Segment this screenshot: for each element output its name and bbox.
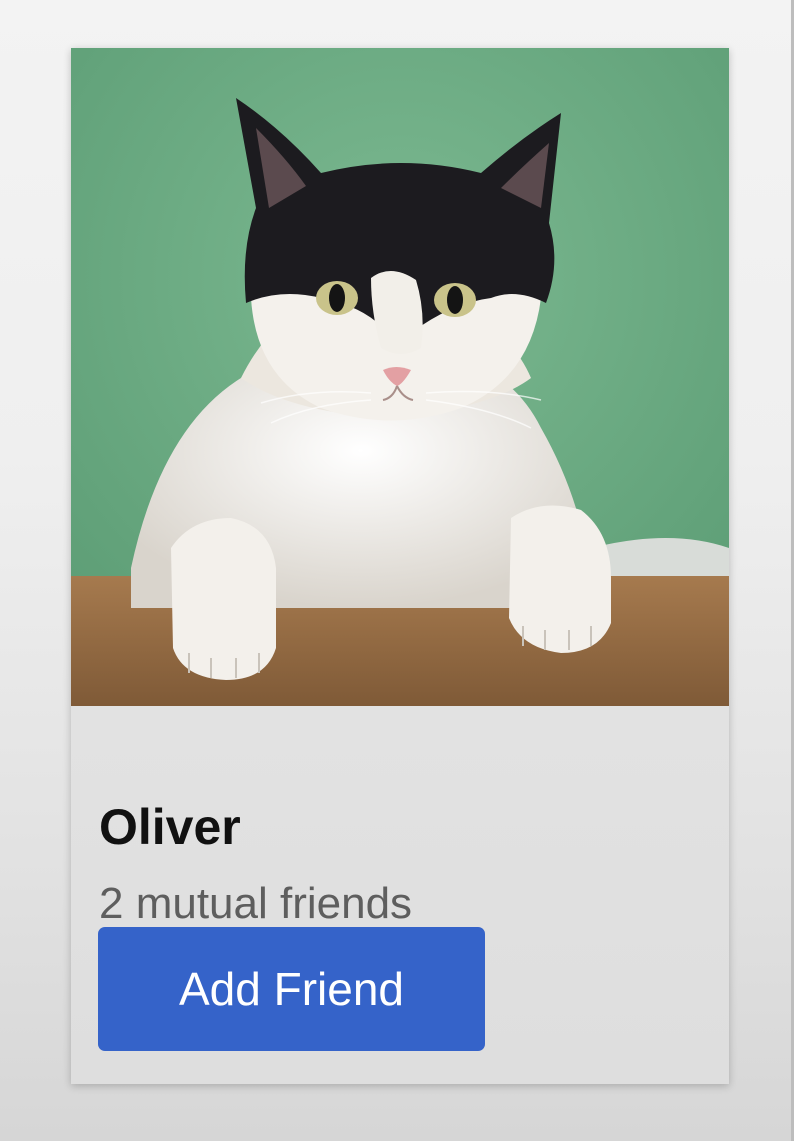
profile-photo[interactable]: cat (71, 48, 729, 706)
friend-name: Oliver (99, 799, 241, 855)
friend-card: cat (71, 48, 729, 1084)
add-friend-button[interactable]: Add Friend (98, 927, 485, 1051)
mutual-friends-count: 2 mutual friends (99, 879, 413, 928)
